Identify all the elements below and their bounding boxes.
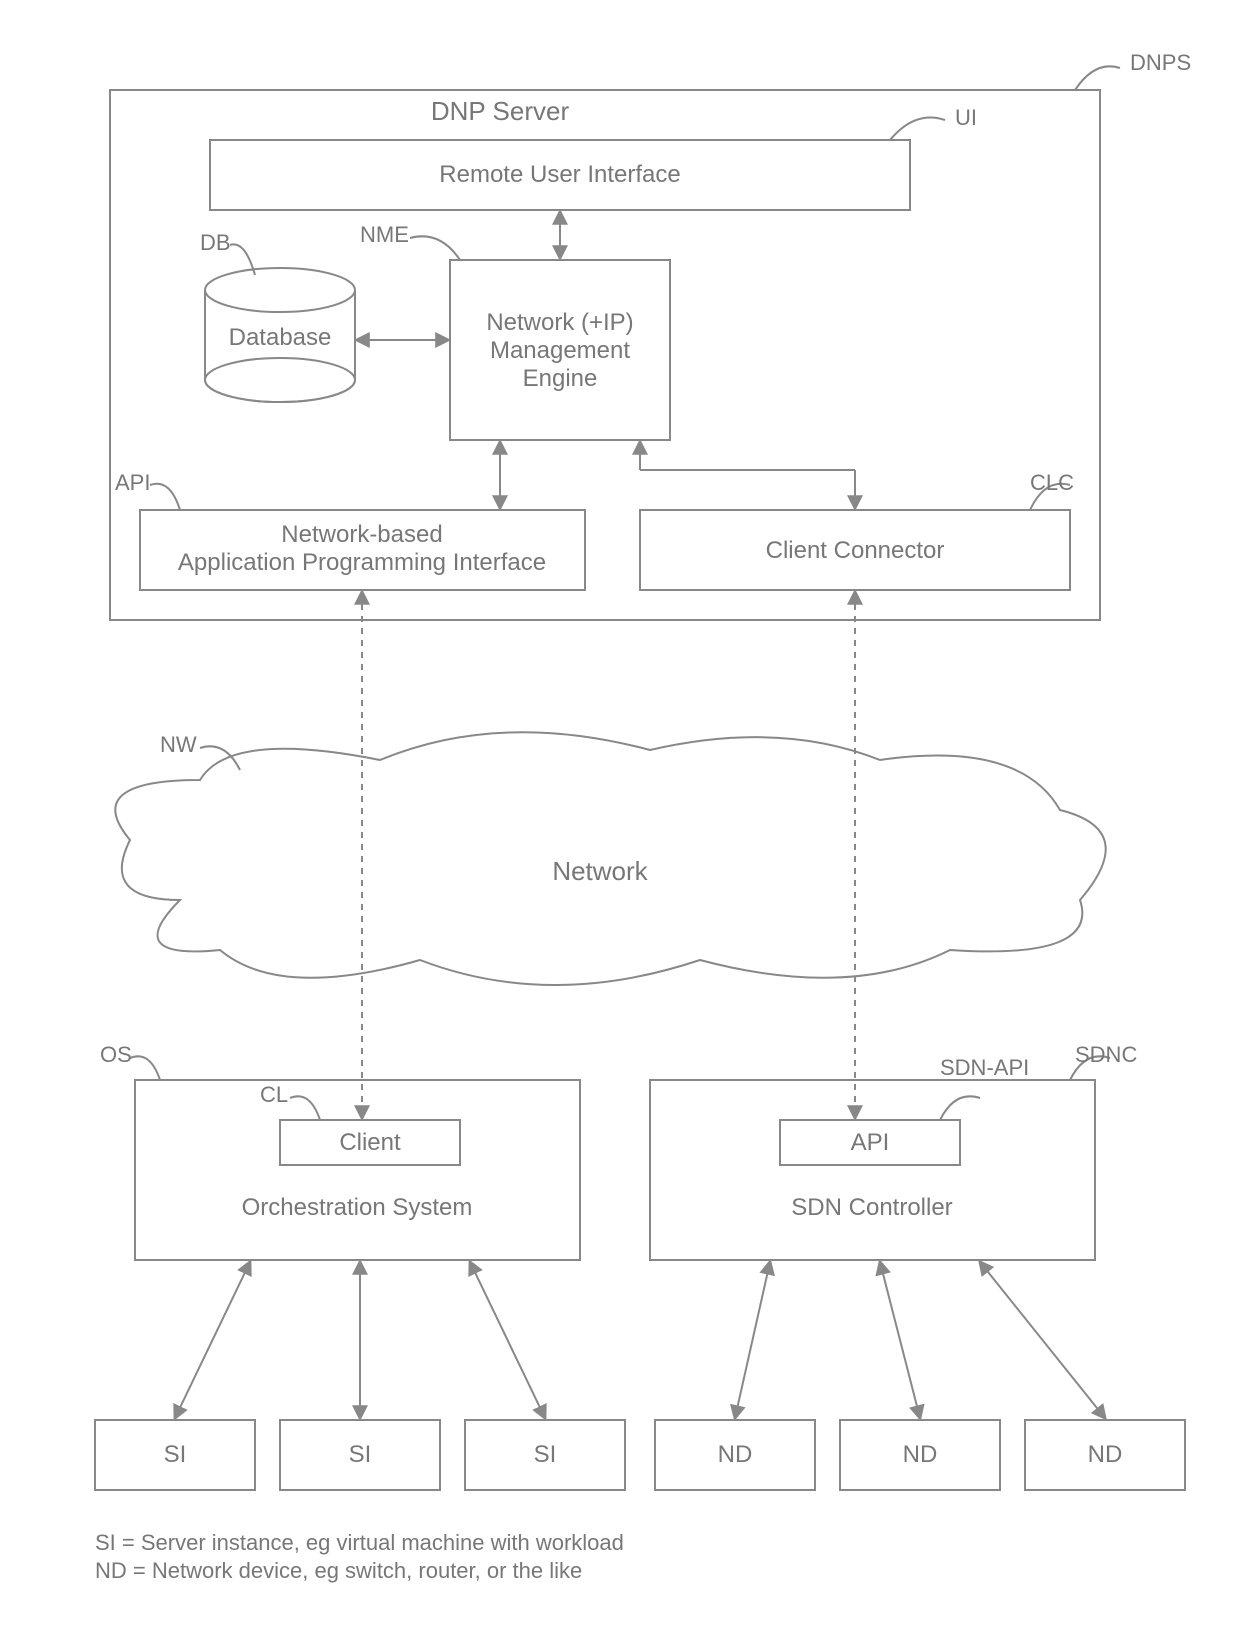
ui-tag: UI: [955, 105, 977, 130]
si-label-3: SI: [534, 1441, 557, 1468]
clc-label: Client Connector: [766, 537, 945, 564]
arrow-os-si1: [175, 1262, 250, 1418]
sdnc-box: [650, 1080, 1095, 1260]
footnote-nd: ND = Network device, eg switch, router, …: [95, 1558, 582, 1583]
nme-tag: NME: [360, 222, 409, 247]
os-label: Orchestration System: [242, 1194, 473, 1221]
api-line2: Application Programming Interface: [178, 549, 546, 576]
dnp-server-title: DNP Server: [431, 96, 570, 126]
os-tag: OS: [100, 1042, 132, 1067]
client-label: Client: [339, 1129, 401, 1156]
arrow-os-si3: [470, 1262, 545, 1418]
footnote-si: SI = Server instance, eg virtual machine…: [95, 1530, 624, 1555]
si-label-1: SI: [164, 1441, 187, 1468]
dnps-tag: DNPS: [1130, 50, 1191, 75]
api-line1: Network-based: [281, 521, 442, 548]
arrow-sdnc-nd1: [735, 1262, 770, 1418]
nd-label-2: ND: [903, 1441, 938, 1468]
arrow-sdnc-nd3: [980, 1262, 1105, 1418]
nd-label-3: ND: [1088, 1441, 1123, 1468]
nd-label-1: ND: [718, 1441, 753, 1468]
os-box: [135, 1080, 580, 1260]
db-label: Database: [229, 324, 332, 351]
api-tag: API: [115, 470, 150, 495]
clc-tag: CLC: [1030, 470, 1074, 495]
sdnc-tag: SDNC: [1075, 1042, 1137, 1067]
db-tag: DB: [200, 230, 231, 255]
si-label-2: SI: [349, 1441, 372, 1468]
network-label: Network: [552, 856, 648, 886]
nw-tag: NW: [160, 732, 197, 757]
rui-label: Remote User Interface: [439, 161, 680, 188]
sdnapi-tag: SDN-API: [940, 1055, 1029, 1080]
arrow-sdnc-nd2: [880, 1262, 920, 1418]
sdnapi-label: API: [851, 1129, 890, 1156]
sdnc-label: SDN Controller: [791, 1194, 952, 1221]
cl-tag: CL: [260, 1082, 288, 1107]
nme-line3: Engine: [523, 365, 598, 392]
nme-line2: Management: [490, 337, 630, 364]
nme-line1: Network (+IP): [486, 309, 633, 336]
